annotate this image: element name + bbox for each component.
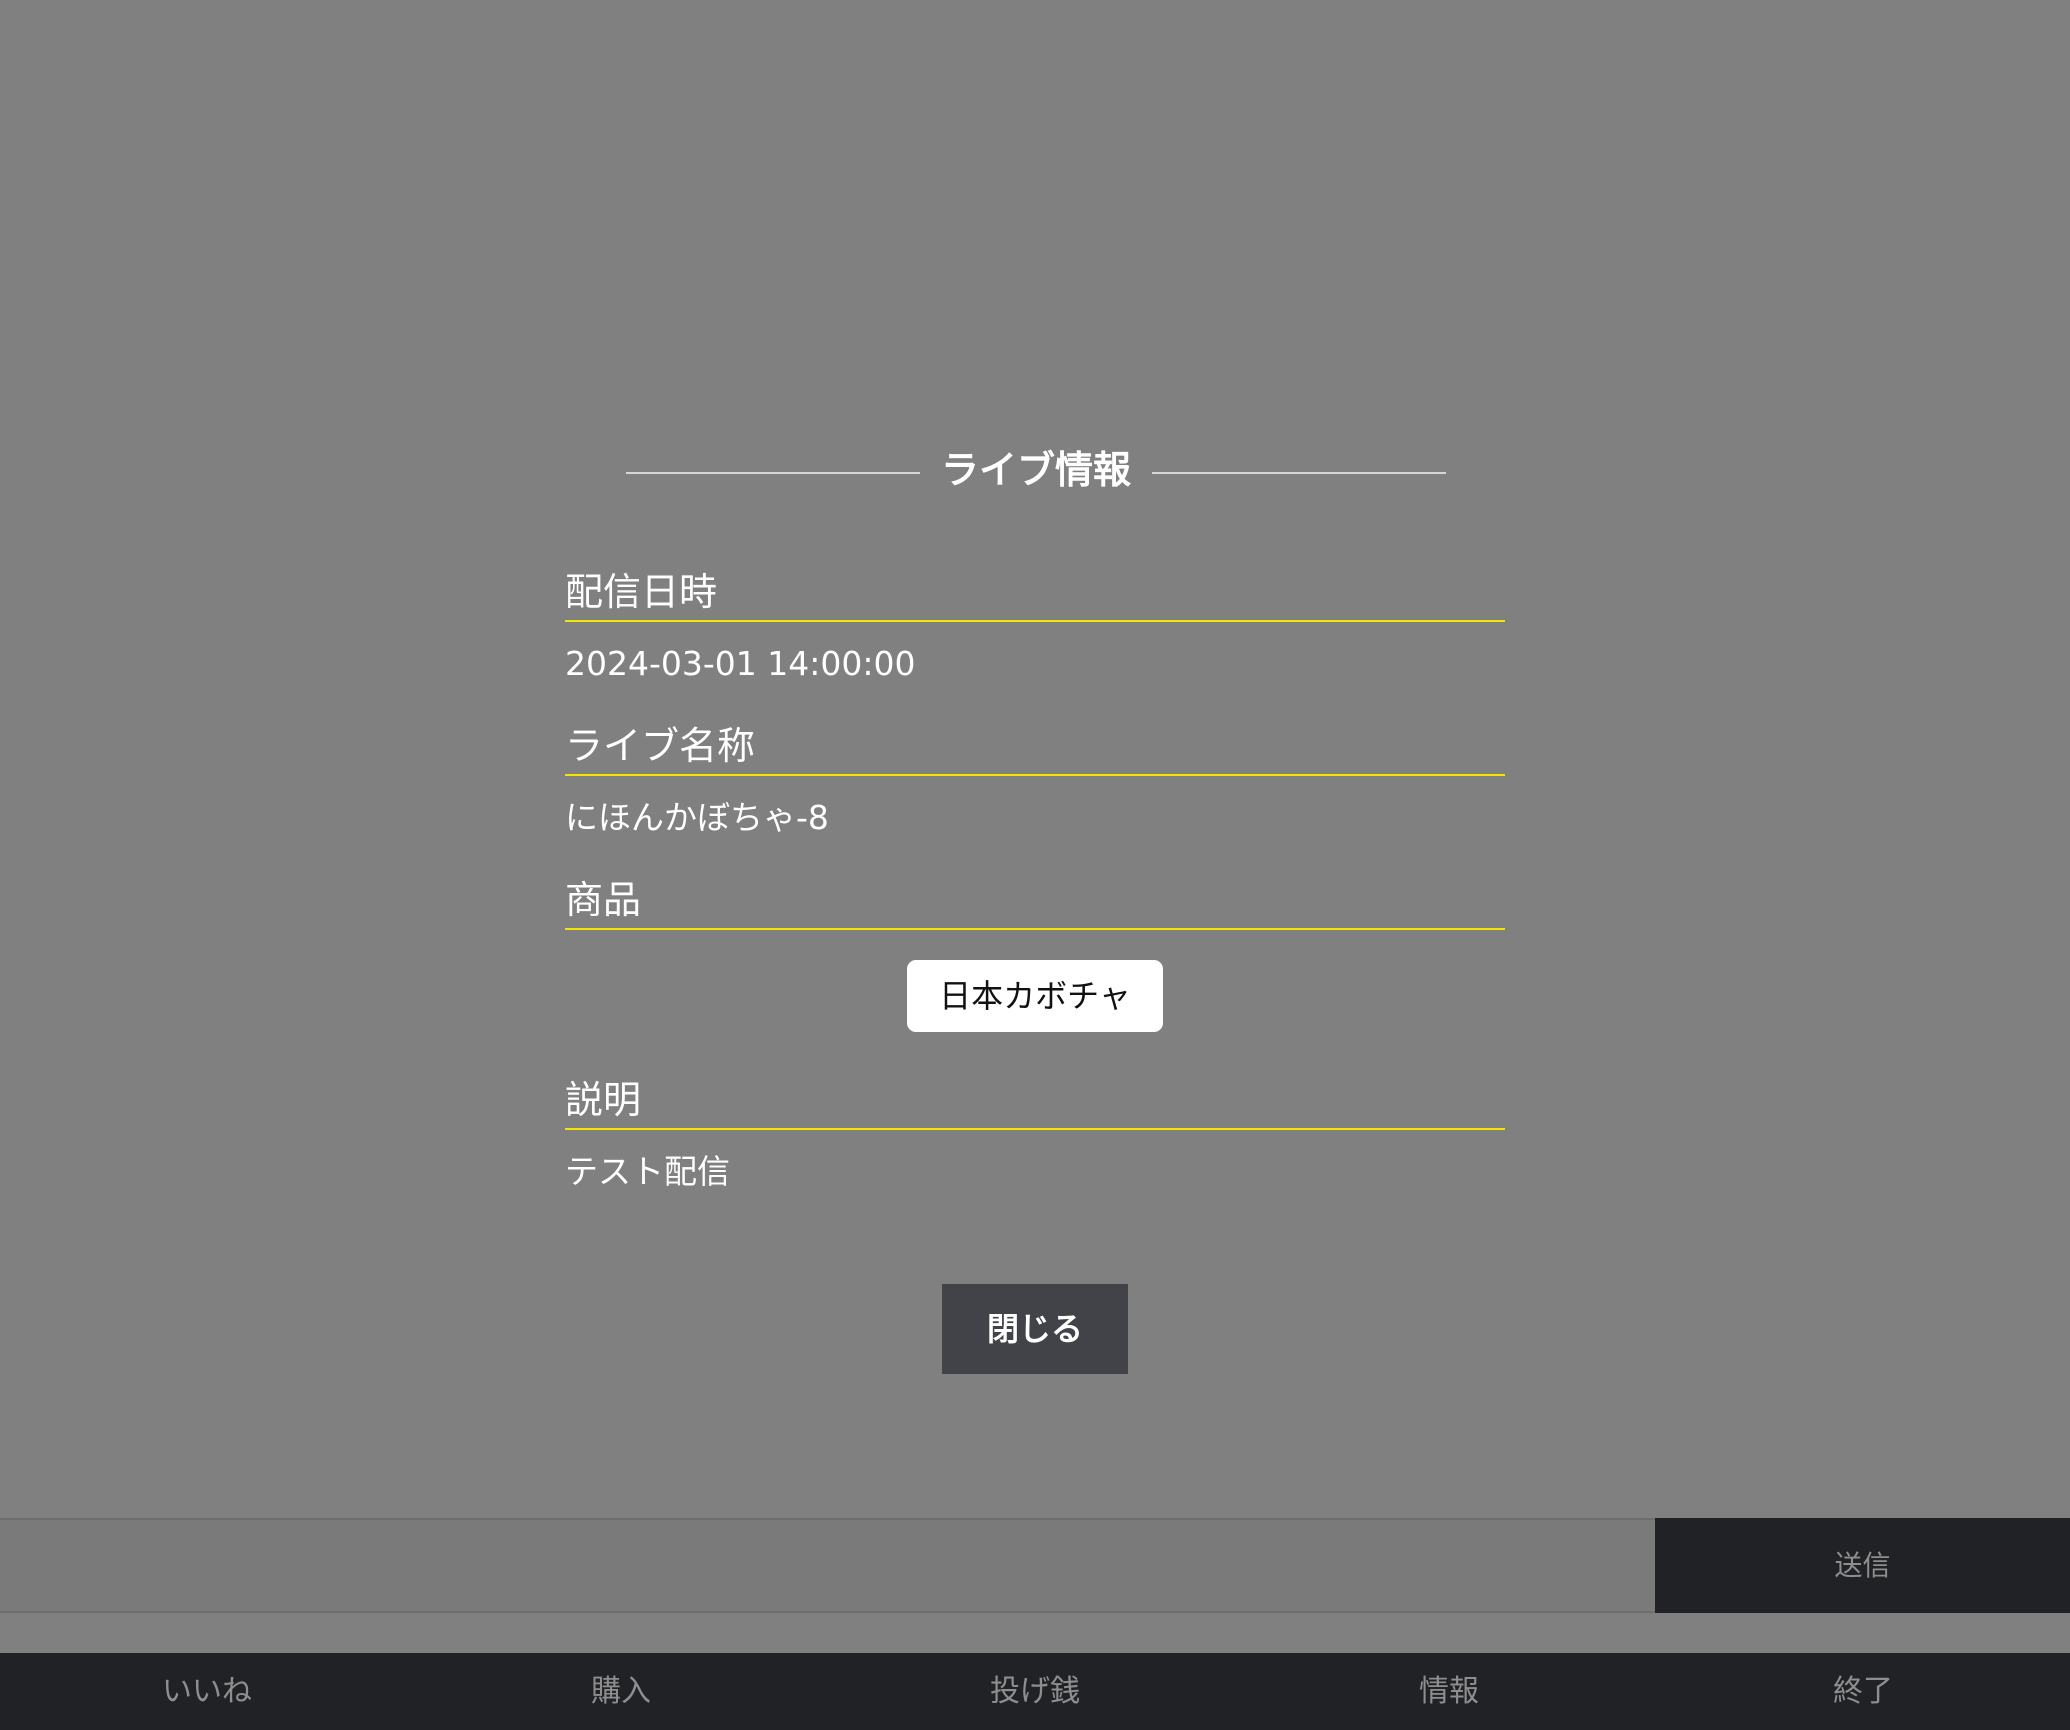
bottom-nav: いいね 購入 投げ銭 情報 終了 (0, 1653, 2070, 1730)
close-row: 閉じる (565, 1214, 1505, 1374)
nav-purchase[interactable]: 購入 (414, 1653, 828, 1730)
title-divider-left (626, 472, 920, 474)
modal-title: ライブ情報 (940, 448, 1131, 492)
live-name-label: ライブ名称 (565, 706, 1505, 776)
description-section: 説明 テスト配信 (565, 1060, 1505, 1214)
nav-exit[interactable]: 終了 (1656, 1653, 2070, 1730)
nav-tip[interactable]: 投げ銭 (828, 1653, 1242, 1730)
comment-bar: 送信 (0, 1518, 2070, 1613)
live-info-modal: ライブ情報 配信日時 2024-03-01 14:00:00 ライブ名称 にほん… (565, 440, 1505, 1374)
datetime-label: 配信日時 (565, 552, 1505, 622)
product-list: 日本カボチャ (565, 930, 1505, 1060)
send-button[interactable]: 送信 (1655, 1518, 2070, 1613)
nav-like[interactable]: いいね (0, 1653, 414, 1730)
nav-info[interactable]: 情報 (1242, 1653, 1656, 1730)
live-name-value: にほんかぼちゃ-8 (565, 798, 829, 837)
description-label: 説明 (565, 1060, 1505, 1130)
product-chip[interactable]: 日本カボチャ (907, 960, 1163, 1032)
description-value: テスト配信 (565, 1152, 730, 1191)
comment-input[interactable] (0, 1518, 1655, 1613)
datetime-section: 配信日時 2024-03-01 14:00:00 (565, 552, 1505, 706)
products-label: 商品 (565, 860, 1505, 930)
datetime-value: 2024-03-01 14:00:00 (565, 644, 916, 683)
products-section: 商品 日本カボチャ (565, 860, 1505, 1060)
modal-header: ライブ情報 (565, 440, 1505, 500)
close-button[interactable]: 閉じる (942, 1284, 1128, 1374)
live-name-section: ライブ名称 にほんかぼちゃ-8 (565, 706, 1505, 860)
title-divider-right (1152, 472, 1446, 474)
